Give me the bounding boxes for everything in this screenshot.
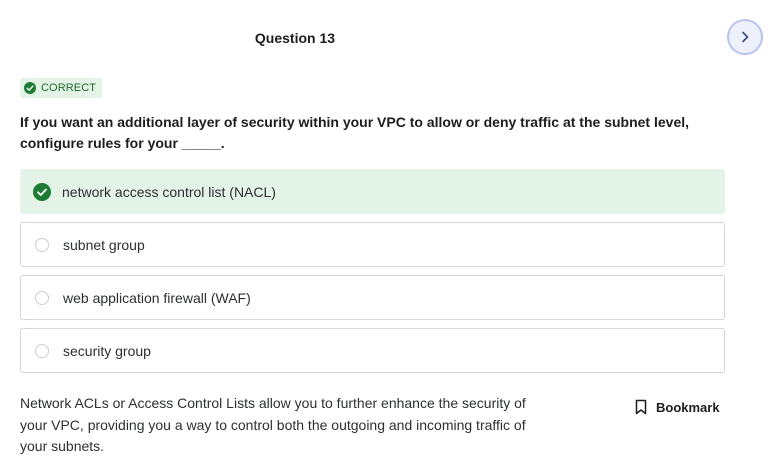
answer-options: network access control list (NACL) subne… xyxy=(20,169,725,381)
bookmark-icon xyxy=(634,399,648,415)
radio-button[interactable] xyxy=(35,237,49,252)
bookmark-button[interactable]: Bookmark xyxy=(634,399,720,415)
answer-option[interactable]: security group xyxy=(20,328,725,373)
question-prompt: If you want an additional layer of secur… xyxy=(20,114,690,151)
answer-explanation: Network ACLs or Access Control Lists all… xyxy=(20,395,526,454)
radio-button[interactable] xyxy=(35,343,49,358)
status-label: CORRECT xyxy=(41,82,97,94)
question-title: Question 13 xyxy=(254,30,336,46)
answer-option[interactable]: subnet group xyxy=(20,222,725,267)
answer-option[interactable]: web application firewall (WAF) xyxy=(20,275,725,320)
answer-option-correct[interactable]: network access control list (NACL) xyxy=(20,169,725,214)
check-circle-icon xyxy=(24,82,36,94)
option-label: subnet group xyxy=(63,236,145,253)
check-circle-icon xyxy=(33,182,51,201)
radio-button[interactable] xyxy=(35,290,49,305)
option-label: web application firewall (WAF) xyxy=(63,289,251,306)
bookmark-label: Bookmark xyxy=(656,399,720,415)
status-badge: CORRECT xyxy=(20,78,103,98)
chevron-right-icon xyxy=(739,31,751,43)
option-label: network access control list (NACL) xyxy=(62,183,276,200)
next-question-button[interactable] xyxy=(727,19,763,55)
option-label: security group xyxy=(63,342,151,359)
